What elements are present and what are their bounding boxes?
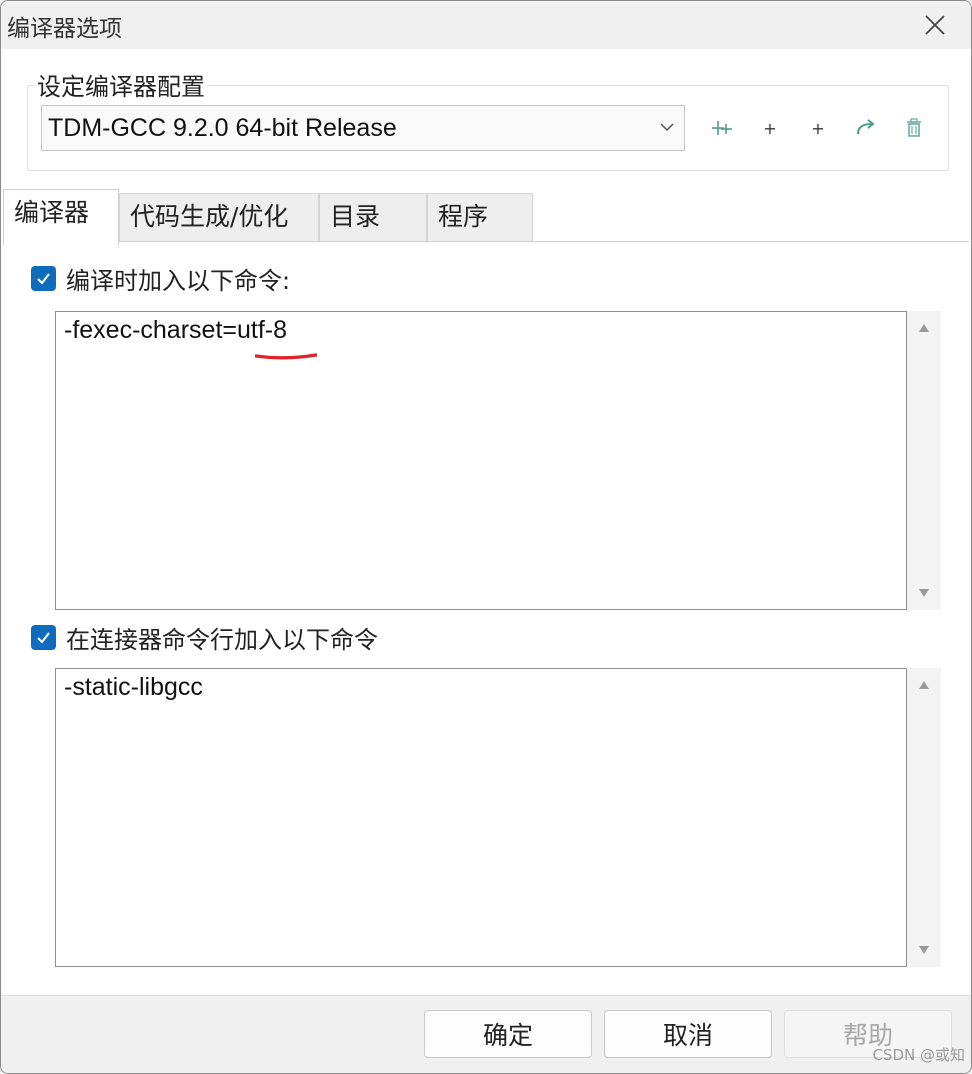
checkbox-checked[interactable] <box>31 265 56 291</box>
compiler-select[interactable]: TDM-GCC 9.2.0 64-bit Release <box>41 105 685 151</box>
delete-button[interactable] <box>899 113 929 143</box>
cancel-button[interactable]: 取消 <box>604 1010 772 1058</box>
cancel-button-label: 取消 <box>662 1021 713 1050</box>
add-button-2[interactable]: + <box>803 113 833 143</box>
close-button[interactable] <box>913 7 957 43</box>
tab-programs-label: 程序 <box>438 202 489 231</box>
add-icon: + <box>763 118 777 138</box>
compile-commands-scrollbar[interactable] <box>907 311 941 610</box>
add-compilers-icon <box>712 121 732 135</box>
scroll-down-icon[interactable] <box>918 945 930 955</box>
linker-commands-scrollbar[interactable] <box>907 668 941 967</box>
ok-button-label: 确定 <box>482 1021 533 1050</box>
tab-codegen[interactable]: 代码生成/优化 <box>119 193 319 243</box>
dialog-title: 编译器选项 <box>7 16 122 42</box>
add-button-1[interactable]: + <box>755 113 785 143</box>
rename-icon <box>857 119 875 135</box>
tab-codegen-label: 代码生成/优化 <box>130 202 289 231</box>
add-icon: + <box>811 118 825 138</box>
tab-compiler-label: 编译器 <box>14 198 90 227</box>
compile-commands-textarea[interactable]: -fexec-charset=utf-8 <box>55 311 907 610</box>
tab-directories[interactable]: 目录 <box>319 193 427 243</box>
checkmark-icon <box>37 631 50 644</box>
checkmark-icon <box>37 272 50 285</box>
watermark: CSDN @或知 <box>872 1046 965 1064</box>
tab-programs[interactable]: 程序 <box>427 193 533 243</box>
ok-button[interactable]: 确定 <box>424 1010 592 1058</box>
linker-commands-checkbox[interactable]: 在连接器命令行加入以下命令 <box>31 622 378 654</box>
chevron-down-icon <box>660 123 674 132</box>
compile-commands-text: -fexec-charset=utf-8 <box>64 316 288 344</box>
title-bar: 编译器选项 <box>1 1 971 49</box>
rename-button[interactable] <box>851 113 881 143</box>
linker-commands-text: -static-libgcc <box>64 673 203 701</box>
linker-commands-label: 在连接器命令行加入以下命令 <box>66 625 378 654</box>
checkbox-checked[interactable] <box>31 624 56 650</box>
compile-commands-checkbox[interactable]: 编译时加入以下命令: <box>31 263 291 295</box>
compiler-config-legend: 设定编译器配置 <box>35 67 207 102</box>
scroll-down-icon[interactable] <box>918 588 930 598</box>
linker-commands-textarea[interactable]: -static-libgcc <box>55 668 907 967</box>
scroll-up-icon[interactable] <box>918 680 930 690</box>
add-compiler-set-button[interactable] <box>707 113 737 143</box>
tab-directories-label: 目录 <box>330 202 381 231</box>
tab-compiler[interactable]: 编译器 <box>3 189 119 245</box>
red-underline-annotation <box>255 353 317 360</box>
delete-icon <box>907 118 921 137</box>
compile-commands-label: 编译时加入以下命令: <box>66 266 291 295</box>
compiler-select-value: TDM-GCC 9.2.0 64-bit Release <box>48 114 397 142</box>
compiler-options-dialog: 编译器选项 设定编译器配置 TDM-GCC 9.2.0 64-bit Relea… <box>0 0 972 1074</box>
close-icon <box>925 15 945 35</box>
scroll-up-icon[interactable] <box>918 323 930 333</box>
